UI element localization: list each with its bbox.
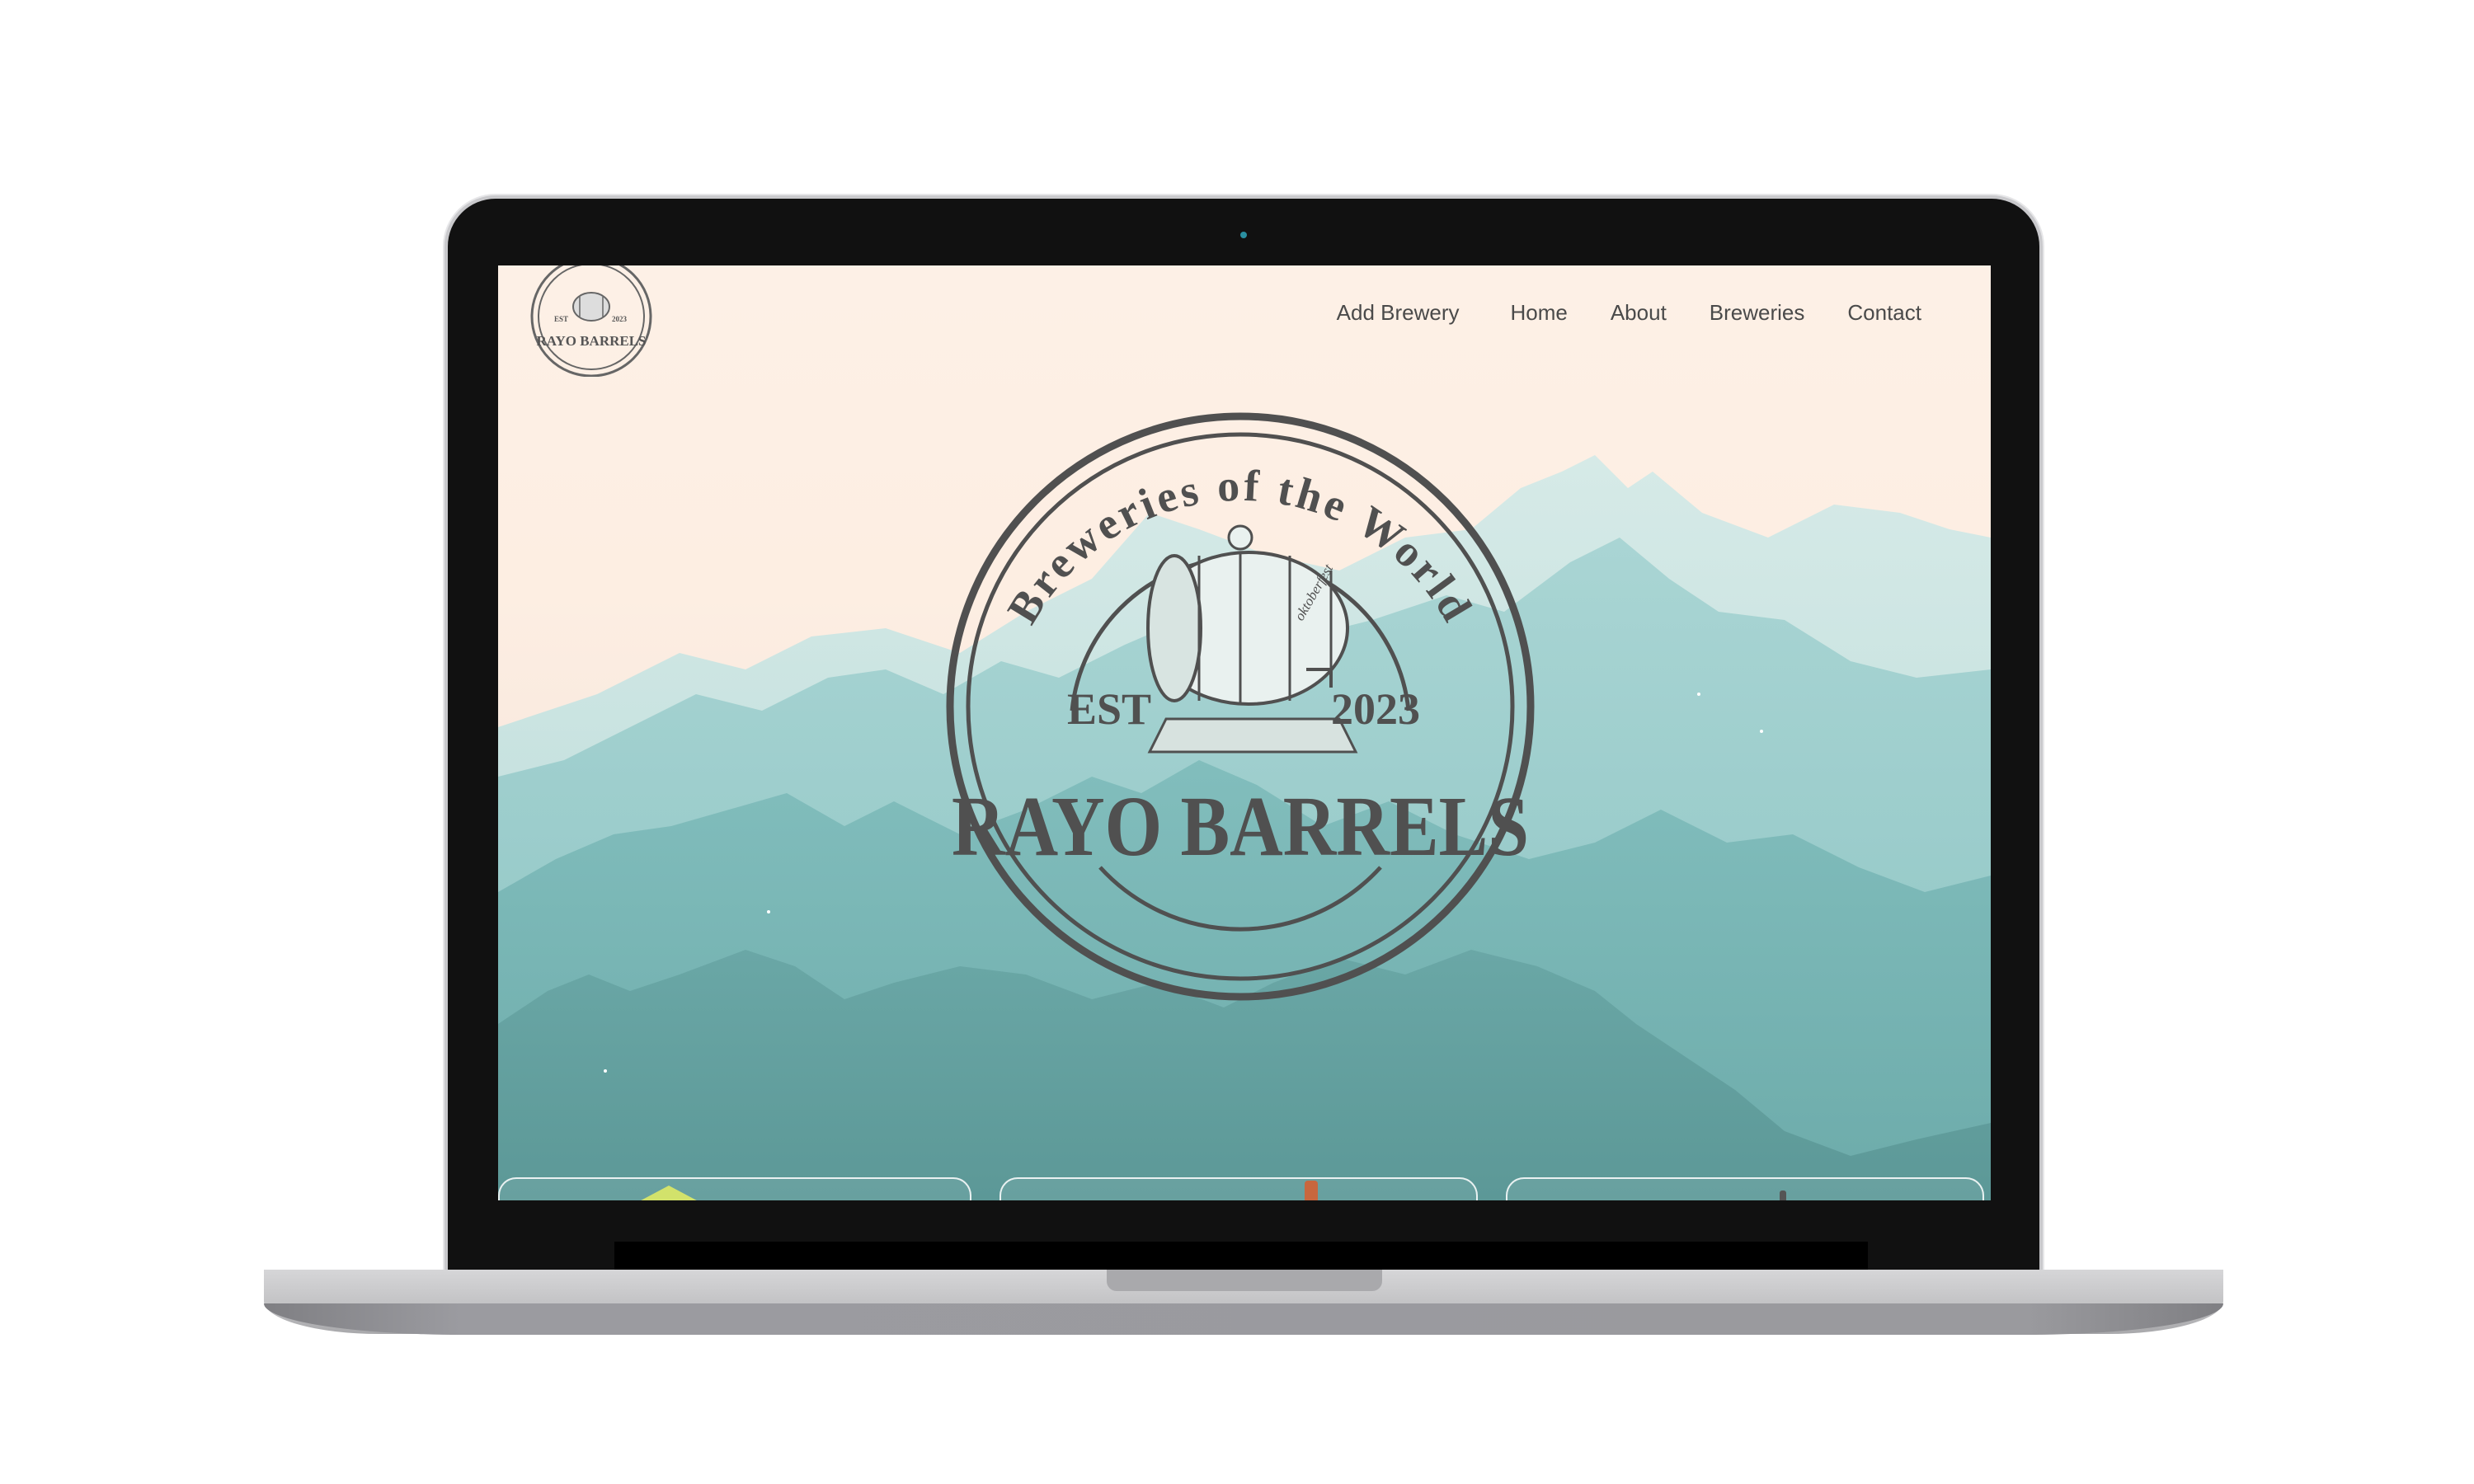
laptop-base-front <box>264 1303 2223 1335</box>
laptop-hinge <box>614 1242 1868 1271</box>
hero-brand: RAYO BARRELS <box>952 779 1529 874</box>
brewery-card[interactable] <box>1506 1177 1984 1200</box>
hero-est: EST <box>1067 684 1151 734</box>
small-logo-brand: RAYO BARRELS <box>536 333 646 349</box>
brewery-card[interactable] <box>498 1177 971 1200</box>
barrel-icon: oktoberfest <box>1146 524 1358 754</box>
nav-breweries[interactable]: Breweries <box>1710 300 1805 326</box>
small-logo-est: EST <box>554 315 568 323</box>
card-image-icon <box>1780 1190 1786 1200</box>
website-viewport[interactable]: EST 2023 RAYO BARRELS Add Brewery Home A… <box>498 265 1991 1200</box>
nav-home[interactable]: Home <box>1510 300 1567 326</box>
laptop-notch <box>1107 1270 1382 1291</box>
card-image-icon <box>641 1186 697 1200</box>
hero-logo: Breweries of the World oktoberfest EST 2… <box>946 412 1535 1001</box>
small-logo-year: 2023 <box>612 315 628 323</box>
brewery-cards-row <box>498 1177 1991 1200</box>
nav-contact[interactable]: Contact <box>1847 300 1921 326</box>
card-image-icon <box>1305 1181 1318 1200</box>
main-nav: Add Brewery Home About Breweries Contact <box>1337 300 1921 326</box>
brewery-card[interactable] <box>999 1177 1478 1200</box>
site-logo[interactable]: EST 2023 RAYO BARRELS <box>529 265 653 377</box>
webcam-icon <box>1240 232 1247 238</box>
hero-year: 2023 <box>1331 684 1420 734</box>
nav-add-brewery[interactable]: Add Brewery <box>1337 300 1460 326</box>
nav-about[interactable]: About <box>1611 300 1667 326</box>
